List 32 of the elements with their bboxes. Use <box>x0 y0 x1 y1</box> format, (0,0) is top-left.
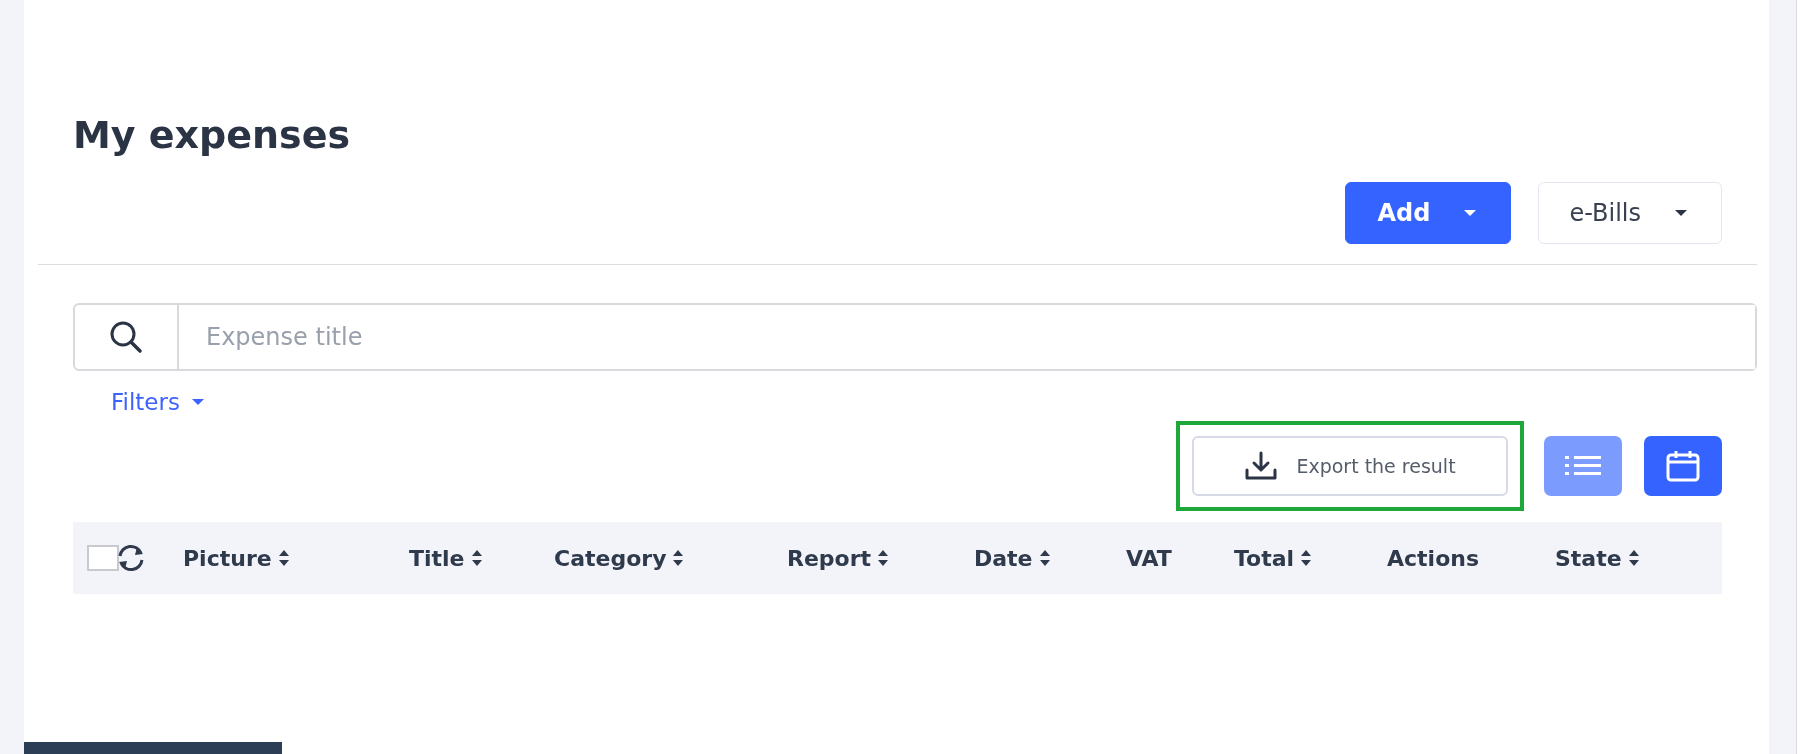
export-button[interactable]: Export the result <box>1192 436 1508 496</box>
sort-icon[interactable] <box>1627 549 1640 567</box>
add-button[interactable]: Add <box>1344 182 1512 244</box>
column-header[interactable]: State <box>1555 545 1622 571</box>
sort-icon[interactable] <box>470 549 483 567</box>
caret-icon <box>1464 210 1477 216</box>
column-header: VAT <box>1126 545 1172 571</box>
sort-icon[interactable] <box>1038 549 1051 567</box>
column-header[interactable]: Report <box>787 545 872 571</box>
list-view-button[interactable] <box>1544 436 1622 496</box>
list-icon <box>1565 454 1601 478</box>
caret-icon <box>1675 210 1687 216</box>
column-header[interactable]: Picture <box>183 545 272 571</box>
column-header[interactable]: Date <box>974 545 1033 571</box>
search-field[interactable]: Expense title <box>73 303 1757 371</box>
dropdown-button[interactable]: e-Bills <box>1538 182 1722 244</box>
calendar-view-button[interactable] <box>1644 436 1722 496</box>
column-header[interactable]: Category <box>554 545 667 571</box>
sort-icon[interactable] <box>672 549 685 567</box>
caret-icon <box>191 399 204 405</box>
column-header: Actions <box>1387 545 1479 571</box>
calendar-icon <box>1666 450 1700 482</box>
page-title: My expenses <box>73 112 352 158</box>
filters-dropdown[interactable]: Filters <box>111 389 204 415</box>
sort-icon[interactable] <box>1300 549 1313 567</box>
column-header[interactable]: Total <box>1234 545 1295 571</box>
search-icon <box>109 320 143 354</box>
select-all-checkbox[interactable] <box>87 545 119 571</box>
sort-icon[interactable] <box>277 549 290 567</box>
sort-icon[interactable] <box>877 549 890 567</box>
column-header[interactable]: Title <box>409 545 465 571</box>
download-icon <box>1244 451 1279 481</box>
